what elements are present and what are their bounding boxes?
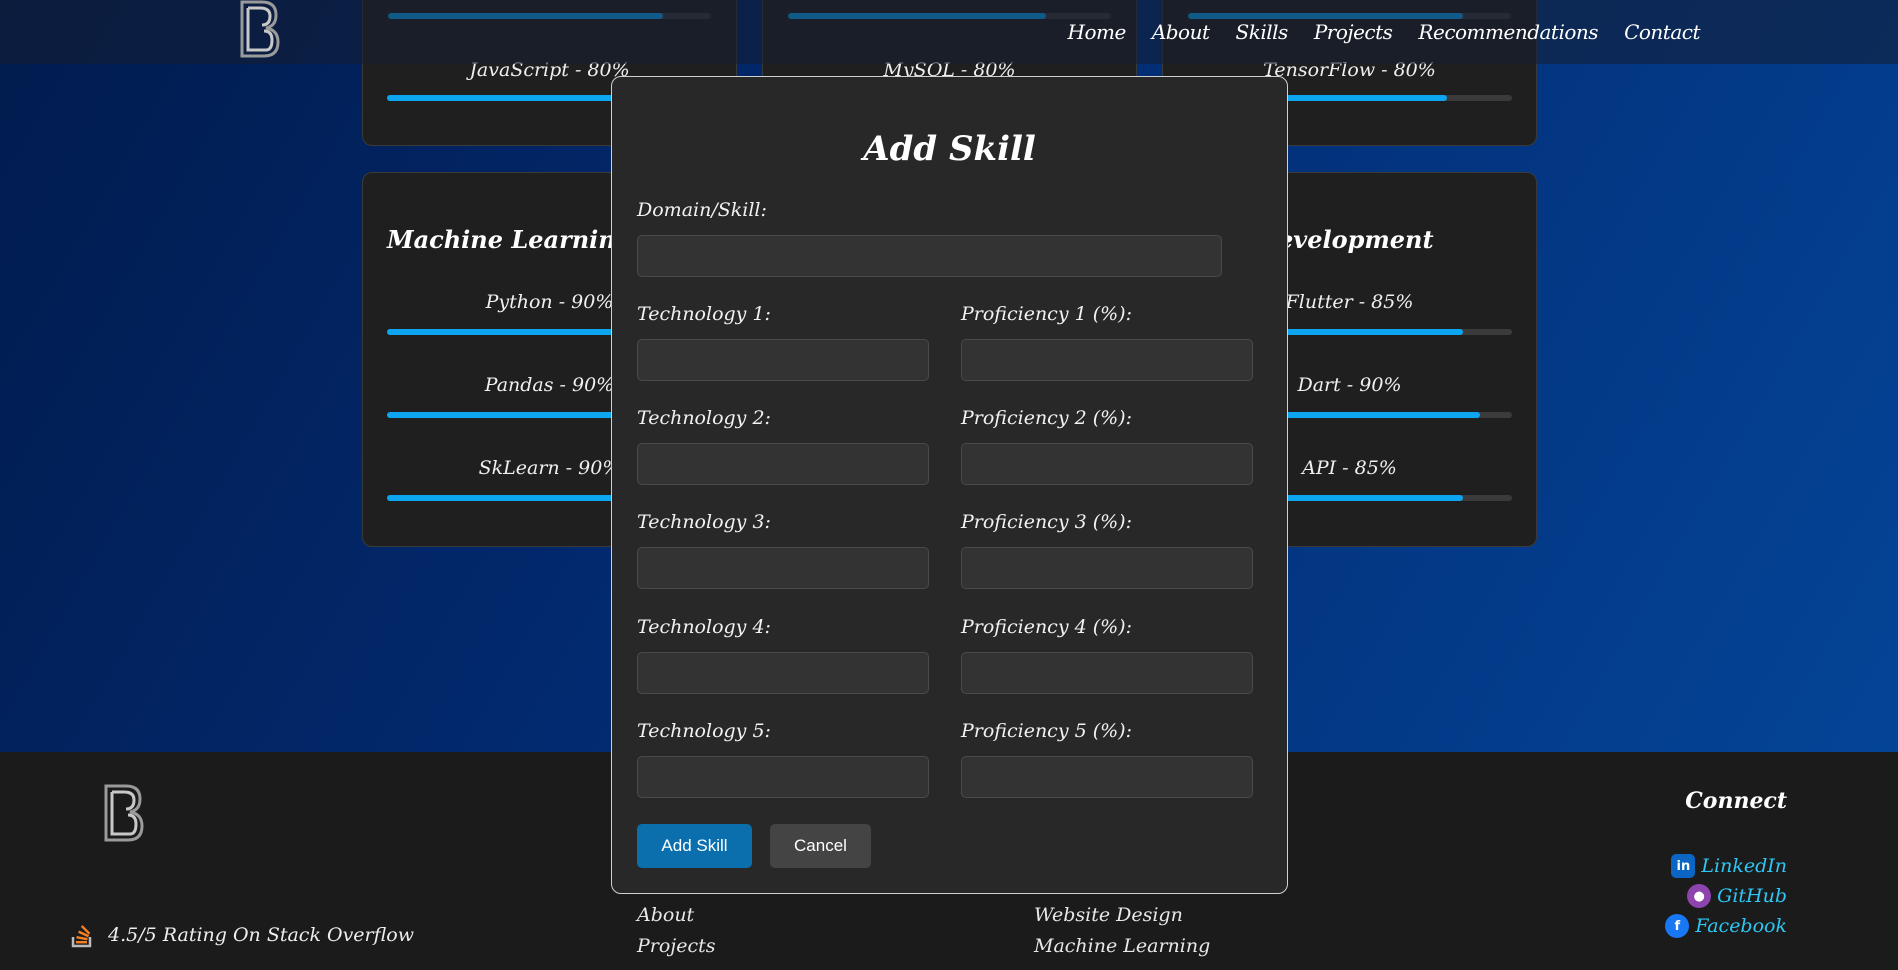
add-skill-button[interactable]: Add Skill	[637, 824, 752, 868]
proficiency-5-label: Proficiency 5 (%):	[961, 720, 1132, 742]
proficiency-4-label: Proficiency 4 (%):	[961, 616, 1132, 638]
proficiency-2-label: Proficiency 2 (%):	[961, 407, 1132, 429]
cancel-button[interactable]: Cancel	[770, 824, 871, 868]
add-skill-modal: Add Skill Domain/Skill: Technology 1: Pr…	[611, 76, 1288, 894]
modal-title: Add Skill	[863, 129, 1036, 169]
technology-4-input[interactable]	[637, 652, 929, 694]
proficiency-3-label: Proficiency 3 (%):	[961, 511, 1132, 533]
proficiency-5-input[interactable]	[961, 756, 1253, 798]
technology-5-input[interactable]	[637, 756, 929, 798]
technology-3-label: Technology 3:	[637, 511, 771, 533]
technology-1-input[interactable]	[637, 339, 929, 381]
proficiency-4-input[interactable]	[961, 652, 1253, 694]
proficiency-1-input[interactable]	[961, 339, 1253, 381]
technology-1-label: Technology 1:	[637, 303, 771, 325]
technology-4-label: Technology 4:	[637, 616, 771, 638]
technology-2-label: Technology 2:	[637, 407, 771, 429]
technology-3-input[interactable]	[637, 547, 929, 589]
technology-5-label: Technology 5:	[637, 720, 771, 742]
domain-label: Domain/Skill:	[637, 199, 767, 221]
technology-2-input[interactable]	[637, 443, 929, 485]
proficiency-3-input[interactable]	[961, 547, 1253, 589]
modal-overlay: Add Skill Domain/Skill: Technology 1: Pr…	[0, 0, 1898, 970]
domain-skill-input[interactable]	[637, 235, 1222, 277]
proficiency-2-input[interactable]	[961, 443, 1253, 485]
proficiency-1-label: Proficiency 1 (%):	[961, 303, 1132, 325]
